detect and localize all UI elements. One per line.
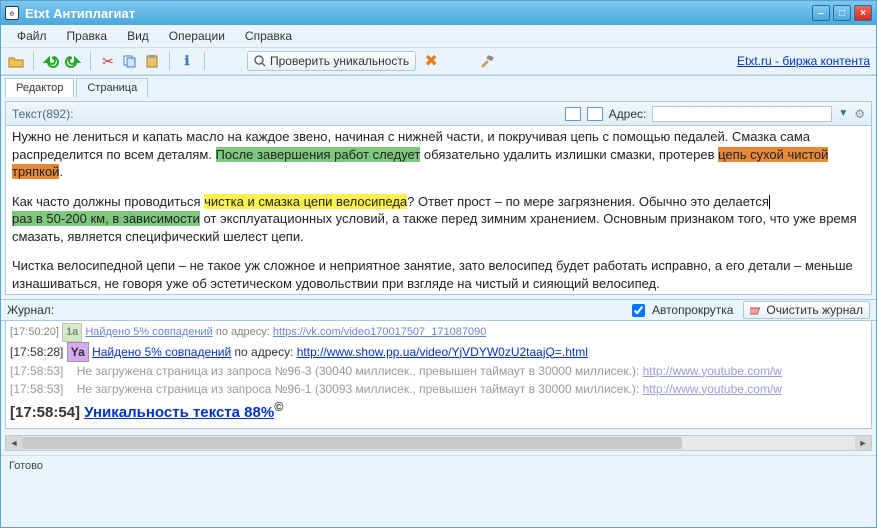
address-label: Адрес:: [609, 107, 647, 121]
timestamp: [17:58:53]: [10, 364, 63, 378]
menu-file[interactable]: Файл: [9, 27, 55, 45]
menubar: Файл Правка Вид Операции Справка: [1, 25, 876, 47]
separator: [169, 52, 170, 70]
window-title: Etxt Антиплагиат: [25, 6, 812, 21]
highlight-yellow: чистка и смазка цепи велосипеда: [204, 194, 407, 209]
separator: [33, 52, 34, 70]
layout1-icon[interactable]: [565, 107, 581, 121]
journal-header: Журнал: Автопрокрутка Очистить журнал: [1, 299, 876, 321]
timestamp: [17:58:54]: [10, 404, 80, 421]
text: по адресу:: [213, 326, 273, 338]
url-link[interactable]: http://www.youtube.com/w: [643, 364, 782, 378]
text-cursor: [769, 195, 770, 209]
scroll-right-icon[interactable]: ►: [855, 436, 871, 450]
app-window: e Etxt Антиплагиат – □ × Файл Правка Вид…: [0, 0, 877, 528]
app-icon: e: [5, 6, 19, 20]
journal-row: [17:58:53] Не загружена страница из запр…: [10, 380, 867, 398]
highlight-green: раз в 50-200 км, в зависимости: [12, 211, 200, 226]
separator: [204, 52, 205, 70]
journal-label: Журнал:: [7, 303, 54, 317]
hammer-icon[interactable]: [478, 52, 496, 70]
tab-editor[interactable]: Редактор: [5, 78, 74, 97]
engine-tag: Ya: [67, 342, 89, 362]
editor-text[interactable]: Нужно не лениться и капать масло на кажд…: [6, 126, 871, 294]
menu-edit[interactable]: Правка: [59, 27, 116, 45]
autoscroll-label: Автопрокрутка: [652, 303, 733, 317]
journal-row: [17:50:20] 1a Найдено 5% совпадений по а…: [10, 323, 867, 342]
timestamp: [17:50:20]: [10, 326, 59, 338]
scroll-left-icon[interactable]: ◄: [6, 436, 22, 450]
text: по адресу:: [231, 345, 297, 359]
editor-panel: Текст(892): Адрес: ▼ ⚙ Нужно не лениться…: [5, 101, 872, 295]
statusbar: Готово: [1, 455, 876, 475]
url-link[interactable]: http://www.show.pp.ua/video/YjVDYW0zU2ta…: [297, 345, 588, 359]
menu-ops[interactable]: Операции: [161, 27, 233, 45]
window-buttons: – □ ×: [812, 5, 872, 21]
text: Чистка велосипедной цепи – не такое уж с…: [12, 257, 865, 292]
match-link[interactable]: Найдено 5% совпадений: [85, 326, 213, 338]
autoscroll-input[interactable]: [632, 304, 645, 317]
maximize-button[interactable]: □: [833, 5, 851, 21]
highlight-green: После завершения работ следует: [216, 147, 421, 162]
scroll-thumb[interactable]: [22, 437, 682, 449]
cut-icon[interactable]: ✂: [99, 52, 117, 70]
uniqueness-result-link[interactable]: Уникальность текста 88%: [84, 404, 274, 421]
menu-view[interactable]: Вид: [119, 27, 157, 45]
copyright-mark: ©: [274, 400, 283, 414]
info-icon[interactable]: ℹ: [178, 52, 196, 70]
journal-row: [17:58:53] Не загружена страница из запр…: [10, 362, 867, 380]
text: обязательно удалить излишки смазки, прот…: [420, 147, 718, 162]
open-icon[interactable]: [7, 52, 25, 70]
autoscroll-checkbox[interactable]: Автопрокрутка: [628, 301, 733, 320]
match-link[interactable]: Найдено 5% совпадений: [92, 345, 231, 359]
layout2-icon[interactable]: [587, 107, 603, 121]
status-text: Готово: [9, 460, 43, 472]
journal-body: [17:50:20] 1a Найдено 5% совпадений по а…: [5, 321, 872, 429]
text: Не загружена страница из запроса №96-1 (…: [77, 382, 643, 396]
clear-label: Очистить журнал: [766, 303, 863, 317]
paste-icon[interactable]: [143, 52, 161, 70]
text: Не загружена страница из запроса №96-3 (…: [77, 364, 643, 378]
editor-header: Текст(892): Адрес: ▼ ⚙: [6, 102, 871, 126]
text: ? Ответ прост – по мере загрязнения. Обы…: [407, 194, 769, 209]
close-button[interactable]: ×: [854, 5, 872, 21]
copy-icon[interactable]: [121, 52, 139, 70]
redo-icon[interactable]: [64, 52, 82, 70]
text: Как часто должны проводиться: [12, 194, 204, 209]
etxt-link[interactable]: Etxt.ru - биржа контента: [737, 54, 870, 68]
titlebar: e Etxt Антиплагиат – □ ×: [1, 1, 876, 25]
timestamp: [17:58:53]: [10, 382, 63, 396]
text-count-label: Текст(892):: [12, 107, 74, 121]
address-input[interactable]: [652, 106, 832, 122]
dropdown-icon[interactable]: ▼: [838, 108, 848, 119]
check-uniqueness-button[interactable]: Проверить уникальность: [247, 51, 416, 71]
tab-strip: Редактор Страница: [1, 75, 876, 97]
minimize-button[interactable]: –: [812, 5, 830, 21]
eraser-icon: [750, 304, 762, 316]
clear-journal-button[interactable]: Очистить журнал: [743, 301, 870, 319]
engine-tag: 1a: [62, 323, 82, 342]
check-label: Проверить уникальность: [270, 54, 409, 68]
menu-help[interactable]: Справка: [237, 27, 300, 45]
journal-result-row: [17:58:54] Уникальность текста 88%©: [10, 398, 867, 425]
url-link[interactable]: https://vk.com/video170017507_171087090: [273, 326, 486, 338]
separator: [90, 52, 91, 70]
toolbar: ✂ ℹ Проверить уникальность ✖ Etxt.ru - б…: [1, 47, 876, 75]
journal-row: [17:58:28] Ya Найдено 5% совпадений по а…: [10, 342, 867, 362]
url-link[interactable]: http://www.youtube.com/w: [643, 382, 782, 396]
gear-icon[interactable]: ⚙: [854, 107, 865, 121]
text: .: [59, 164, 63, 179]
timestamp: [17:58:28]: [10, 345, 63, 359]
horizontal-scrollbar[interactable]: ◄ ►: [5, 435, 872, 451]
stop-icon[interactable]: ✖: [422, 52, 440, 70]
tab-page[interactable]: Страница: [76, 78, 148, 97]
undo-icon[interactable]: [42, 52, 60, 70]
search-icon: [254, 55, 266, 67]
